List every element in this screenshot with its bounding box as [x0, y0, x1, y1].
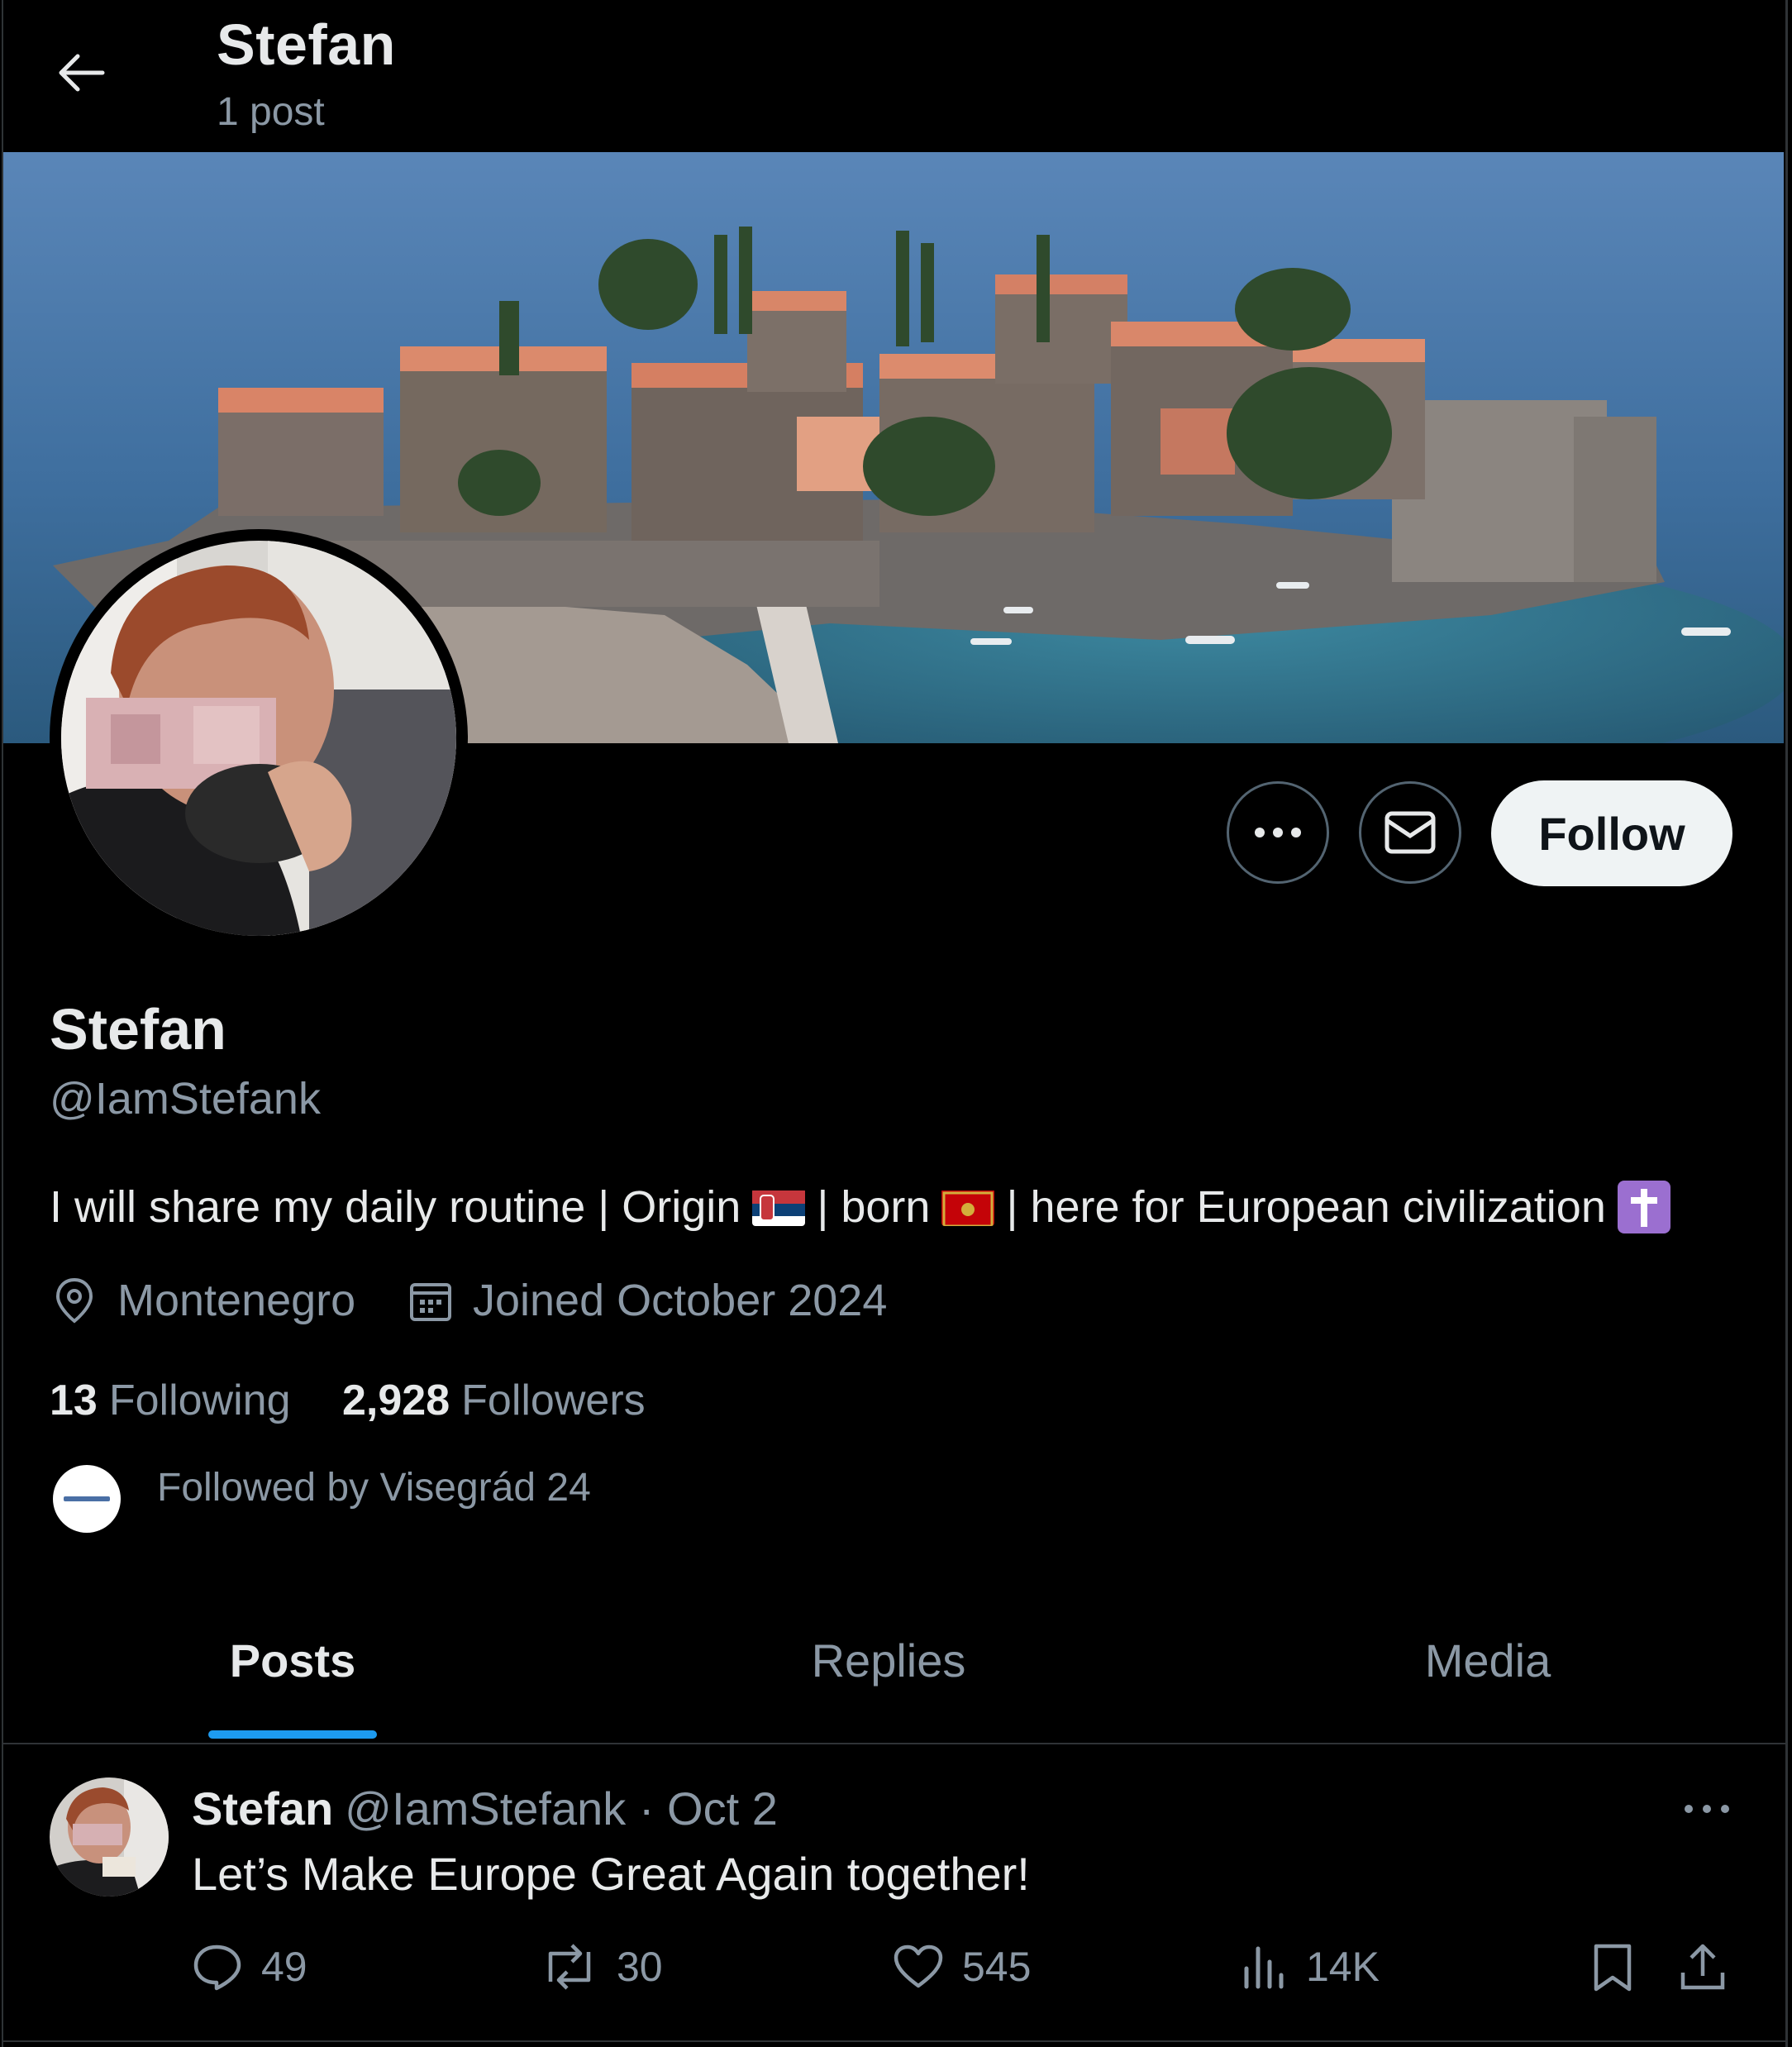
following-count: 13: [50, 1377, 98, 1424]
repost-count: 30: [617, 1944, 663, 1990]
more-options-button[interactable]: [1227, 781, 1329, 884]
followed-by-text[interactable]: Followed by Visegrád 24: [157, 1465, 591, 1510]
post-author-handle-date[interactable]: @IamStefank · Oct 2: [345, 1782, 778, 1835]
bio-text-3: | here for European civilization: [1006, 1182, 1606, 1232]
more-icon: [1685, 1805, 1729, 1813]
serbia-flag-icon: [752, 1188, 806, 1226]
share-icon: [1680, 1944, 1725, 1990]
post-text: Let’s Make Europe Great Again together!: [192, 1848, 1030, 1900]
like-button[interactable]: 545: [893, 1943, 1031, 1991]
repost-button[interactable]: 30: [541, 1943, 663, 1991]
profile-avatar[interactable]: [50, 529, 468, 947]
mail-icon: [1385, 811, 1436, 854]
calendar-icon: [410, 1283, 451, 1321]
frame-border-right: [1785, 0, 1788, 2047]
views-icon: [1244, 1946, 1284, 1989]
followed-by-avatar[interactable]: [53, 1465, 121, 1533]
followers-count: 2,928: [342, 1377, 450, 1424]
profile-joined: Joined October 2024: [408, 1275, 887, 1326]
like-icon: [894, 1944, 943, 1988]
cross-icon: [1617, 1181, 1670, 1233]
joined-text: Joined October 2024: [473, 1276, 888, 1325]
tab-posts[interactable]: Posts: [208, 1634, 377, 1687]
profile-location: Montenegro: [53, 1275, 355, 1326]
follow-button[interactable]: Follow: [1491, 780, 1732, 886]
profile-name: Stefan: [50, 997, 226, 1062]
followers-label: Followers: [461, 1377, 646, 1424]
back-button[interactable]: [50, 45, 112, 100]
bio-text-1: I will share my daily routine | Origin: [50, 1182, 741, 1232]
montenegro-flag-icon: [941, 1188, 995, 1226]
back-arrow-icon: [59, 54, 105, 92]
reply-button[interactable]: 49: [192, 1943, 307, 1991]
post-author-name[interactable]: Stefan: [192, 1782, 333, 1835]
tab-replies[interactable]: Replies: [769, 1634, 1008, 1687]
visegrad-logo-icon: [64, 1496, 110, 1501]
profile-avatar-photo: [61, 541, 456, 936]
tab-media[interactable]: Media: [1372, 1634, 1604, 1687]
profile-bio: I will share my daily routine | Origin |…: [50, 1181, 1682, 1233]
active-tab-indicator: [208, 1730, 377, 1739]
following-link[interactable]: 13 Following: [50, 1376, 291, 1425]
post-more-button[interactable]: [1678, 1792, 1736, 1825]
followers-link[interactable]: 2,928 Followers: [342, 1376, 646, 1425]
like-count: 545: [962, 1944, 1032, 1990]
views-button[interactable]: 14K: [1242, 1943, 1380, 1991]
bookmark-button[interactable]: [1592, 1943, 1651, 1992]
views-count: 14K: [1306, 1944, 1380, 1990]
message-button[interactable]: [1359, 781, 1461, 884]
tabs-divider: [3, 1743, 1785, 1744]
post-header: Stefan @IamStefank · Oct 2: [192, 1782, 778, 1835]
reply-count: 49: [261, 1944, 307, 1990]
header-post-count: 1 post: [217, 90, 325, 134]
more-icon: [1255, 828, 1301, 837]
profile-handle: @IamStefank: [50, 1074, 321, 1124]
following-label: Following: [108, 1377, 291, 1424]
repost-icon: [548, 1944, 591, 1990]
bio-text-2: | born: [817, 1182, 931, 1232]
share-button[interactable]: [1680, 1943, 1744, 1991]
post-author-avatar[interactable]: [50, 1777, 169, 1897]
location-icon: [55, 1277, 93, 1324]
header-title: Stefan: [217, 12, 396, 77]
reply-icon: [193, 1944, 241, 1991]
post-divider: [3, 2040, 1785, 2042]
bookmark-icon: [1594, 1944, 1632, 1992]
location-text: Montenegro: [117, 1276, 356, 1325]
